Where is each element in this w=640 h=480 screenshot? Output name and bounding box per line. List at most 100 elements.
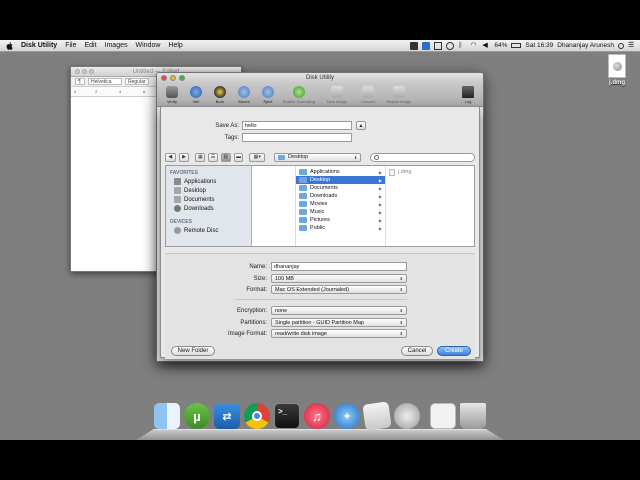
- documents-icon: [174, 196, 181, 203]
- font-style-select[interactable]: Regular: [125, 78, 149, 85]
- tool-log[interactable]: Log: [457, 86, 479, 106]
- view-list-button[interactable]: ☰: [208, 152, 218, 162]
- name-row: Name: dhananjay: [175, 262, 407, 271]
- name-input[interactable]: dhananjay: [271, 262, 407, 271]
- encryption-select[interactable]: none ⬍: [271, 306, 407, 315]
- disc-icon: [174, 227, 181, 234]
- tool-mount[interactable]: Mount: [233, 86, 255, 106]
- location-popup[interactable]: Desktop ⬍: [274, 152, 362, 162]
- apple-menu-icon[interactable]: [5, 41, 15, 50]
- folder-icon: [299, 201, 307, 207]
- close-icon[interactable]: [75, 69, 80, 74]
- browser-nav-bar: ◀ ▶ ▦ ☰ ▥ ▬ ▦▾ Desktop ⬍: [165, 151, 476, 163]
- close-icon[interactable]: [161, 75, 167, 81]
- volume-icon[interactable]: ◀: [482, 42, 490, 50]
- arrange-button[interactable]: ▦▾: [249, 152, 265, 162]
- tags-input[interactable]: [242, 133, 352, 142]
- view-icon-button[interactable]: ▦: [195, 152, 206, 162]
- minimize-icon[interactable]: [170, 75, 176, 81]
- trash-icon[interactable]: [460, 403, 486, 429]
- timemachine-icon[interactable]: [446, 41, 455, 50]
- teamviewer-icon[interactable]: ⇄: [214, 403, 240, 429]
- menu-app-name[interactable]: Disk Utility: [21, 42, 57, 49]
- chevron-right-icon: ▶: [378, 193, 382, 199]
- tool-new-image[interactable]: New Image: [319, 86, 355, 106]
- preview-icon[interactable]: [362, 401, 392, 431]
- wifi-icon[interactable]: ◠: [470, 42, 478, 50]
- folder-icon: [299, 209, 307, 215]
- font-family-select[interactable]: Helvetica: [88, 78, 122, 85]
- list-item[interactable]: Downloads ▶: [296, 192, 385, 200]
- search-input[interactable]: [370, 152, 476, 162]
- create-button[interactable]: Create: [437, 346, 471, 356]
- screen-icon[interactable]: [434, 41, 443, 50]
- back-button[interactable]: ◀: [165, 152, 176, 162]
- sidebar-item-desktop[interactable]: Desktop: [166, 186, 251, 195]
- tool-burn[interactable]: Burn: [209, 86, 231, 106]
- save-as-input[interactable]: hello: [242, 121, 352, 130]
- notification-center-icon[interactable]: ☰: [628, 42, 636, 50]
- zoom-icon[interactable]: [179, 75, 185, 81]
- tool-convert[interactable]: Convert: [357, 86, 379, 106]
- view-column-button[interactable]: ▥: [220, 152, 231, 162]
- list-item[interactable]: Movies ▶: [296, 200, 385, 208]
- tool-enable-journaling[interactable]: Enable Journaling: [281, 86, 317, 106]
- document-icon[interactable]: [430, 403, 456, 429]
- downloads-icon: [174, 205, 181, 212]
- cancel-button[interactable]: Cancel: [401, 346, 433, 356]
- size-select[interactable]: 100 MB ⬍: [271, 274, 407, 283]
- menu-window[interactable]: Window: [136, 42, 161, 49]
- finder-icon[interactable]: [154, 403, 180, 429]
- disk-utility-icon[interactable]: [394, 403, 420, 429]
- minimize-icon[interactable]: [82, 69, 87, 74]
- menu-help[interactable]: Help: [168, 42, 182, 49]
- menu-images[interactable]: Images: [105, 42, 128, 49]
- format-select[interactable]: Mac OS Extended (Journaled) ⬍: [271, 285, 407, 294]
- tool-verify[interactable]: Verify: [161, 86, 183, 106]
- menu-clock[interactable]: Sat 16:39: [525, 42, 553, 49]
- chevron-updown-icon: ⬍: [399, 320, 403, 325]
- window-controls: [161, 75, 185, 81]
- list-item[interactable]: Pictures ▶: [296, 216, 385, 224]
- bluetooth-icon[interactable]: ᛒ: [458, 42, 466, 50]
- tool-resize-image[interactable]: Resize Image: [381, 86, 417, 106]
- dropbox-icon[interactable]: [422, 41, 431, 50]
- safari-icon[interactable]: ✦: [334, 403, 360, 429]
- desktop-file-jdmg[interactable]: j.dmg: [602, 54, 632, 86]
- forward-button[interactable]: ▶: [178, 152, 190, 162]
- image-format-select[interactable]: read/write disk image ⬍: [271, 329, 407, 338]
- ruler-tick: 6: [143, 89, 146, 94]
- menu-edit[interactable]: Edit: [84, 42, 96, 49]
- chrome-icon[interactable]: [244, 403, 270, 429]
- list-item[interactable]: Music ▶: [296, 208, 385, 216]
- partitions-row: Partitions: Single partition - GUID Part…: [175, 318, 407, 327]
- list-item[interactable]: Public ▶: [296, 224, 385, 232]
- battery-percent[interactable]: 64%: [494, 42, 507, 49]
- list-item[interactable]: Desktop ▶: [296, 176, 385, 184]
- itunes-icon[interactable]: ♫: [304, 403, 330, 429]
- menu-file[interactable]: File: [65, 42, 76, 49]
- chevron-updown-icon: ⬍: [399, 331, 403, 336]
- view-coverflow-button[interactable]: ▬: [233, 152, 244, 162]
- sidebar-item-downloads[interactable]: Downloads: [166, 204, 251, 213]
- partitions-select[interactable]: Single partition - GUID Partition Map ⬍: [271, 318, 407, 327]
- list-item[interactable]: Applications ▶: [296, 168, 385, 176]
- tool-info[interactable]: Info: [185, 86, 207, 106]
- zoom-icon[interactable]: [89, 69, 94, 74]
- sidebar-item-applications[interactable]: Applications: [166, 177, 251, 186]
- menu-user[interactable]: Dhananjay Arunesh: [557, 42, 614, 49]
- tool-eject[interactable]: Eject: [257, 86, 279, 106]
- chevron-right-icon: ▶: [378, 209, 382, 215]
- disk-utility-titlebar[interactable]: Disk Utility: [157, 73, 483, 83]
- paragraph-style-select[interactable]: ¶: [75, 78, 85, 85]
- spotlight-icon[interactable]: [618, 42, 624, 49]
- sidebar-item-documents[interactable]: Documents: [166, 195, 251, 204]
- dmg-file-icon: [389, 168, 395, 176]
- utorrent-icon[interactable]: µ: [184, 403, 210, 429]
- airplay-icon[interactable]: [410, 41, 419, 50]
- sidebar-item-remote-disc[interactable]: Remote Disc: [166, 226, 251, 235]
- terminal-icon[interactable]: >_: [274, 403, 300, 429]
- expand-browser-button[interactable]: ▲: [356, 121, 366, 130]
- list-item[interactable]: Documents ▶: [296, 184, 385, 192]
- new-folder-button[interactable]: New Folder: [171, 346, 215, 356]
